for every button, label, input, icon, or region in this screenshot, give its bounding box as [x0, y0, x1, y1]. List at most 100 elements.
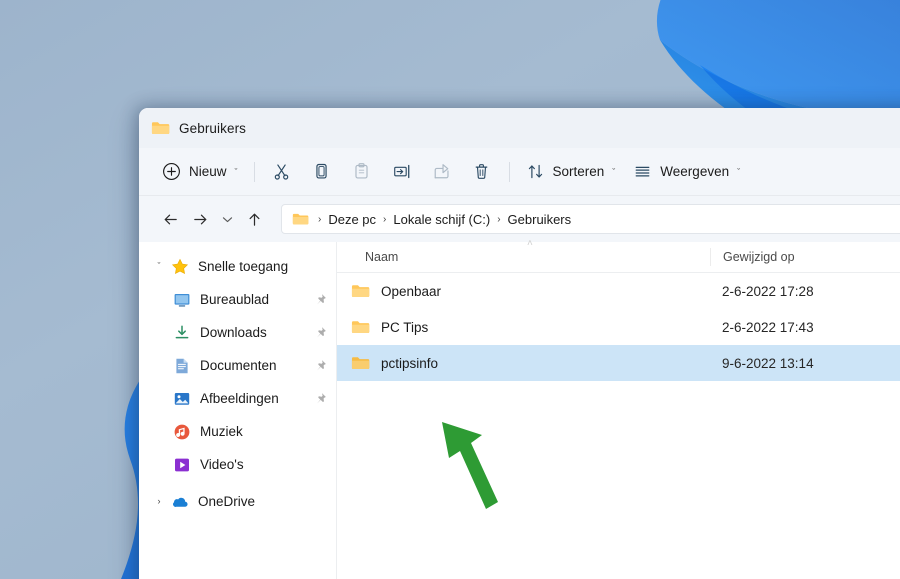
- file-modified-cell: 2-6-2022 17:28: [722, 283, 814, 299]
- file-name-cell: pctipsinfo: [337, 355, 710, 371]
- table-row[interactable]: pctipsinfo 9-6-2022 13:14: [337, 345, 900, 381]
- file-name-label: Openbaar: [381, 283, 442, 299]
- new-label: Nieuw: [189, 164, 227, 179]
- file-name-label: PC Tips: [381, 319, 429, 335]
- back-button[interactable]: [155, 204, 185, 234]
- folder-icon: [351, 321, 370, 333]
- sidebar-item-bureaublad[interactable]: Bureaublad: [139, 283, 337, 316]
- file-modified-cell: 2-6-2022 17:43: [722, 319, 814, 335]
- pictures-icon: [174, 392, 190, 405]
- table-row[interactable]: Openbaar 2-6-2022 17:28: [337, 273, 900, 309]
- list-lines-icon: [635, 166, 650, 177]
- breadcrumb-separator-1: ›: [383, 213, 387, 225]
- file-explorer-window: Gebruikers Nieuw ˇ Sorteren ˇ Weergeven …: [139, 108, 900, 579]
- copy-button[interactable]: [302, 155, 342, 189]
- sort-label: Sorteren: [552, 164, 605, 179]
- delete-button[interactable]: [462, 155, 502, 189]
- sidebar-item-label: Snelle toegang: [198, 259, 289, 274]
- desktop-background: Gebruikers Nieuw ˇ Sorteren ˇ Weergeven …: [0, 0, 900, 579]
- share-button[interactable]: [422, 155, 462, 189]
- sidebar-item-label: Afbeeldingen: [200, 391, 279, 406]
- window-title: Gebruikers: [179, 120, 247, 136]
- sidebar-item-label: Documenten: [200, 358, 277, 373]
- trash-icon: [475, 164, 488, 179]
- download-icon: [175, 324, 189, 338]
- sidebar-item-onedrive[interactable]: › OneDrive: [139, 485, 337, 518]
- share-icon: [434, 164, 449, 179]
- sidebar-item-afbeeldingen[interactable]: Afbeeldingen: [139, 382, 337, 415]
- address-bar-row: › Deze pc › Lokale schijf (C:) › Gebruik…: [139, 196, 900, 242]
- folder-icon: [351, 357, 370, 369]
- new-button[interactable]: Nieuw ˇ: [153, 155, 247, 189]
- onedrive-icon: [173, 497, 188, 507]
- column-header-row: Naam Gewijzigd op ˄: [337, 238, 900, 273]
- up-button[interactable]: [239, 204, 269, 234]
- file-name-cell: PC Tips: [337, 319, 710, 335]
- breadcrumb-item-0[interactable]: Deze pc: [324, 212, 380, 227]
- music-icon: [174, 424, 190, 439]
- chevron-down-icon: [222, 216, 232, 222]
- sidebar-item-label: Video's: [200, 457, 244, 472]
- forward-button[interactable]: [185, 204, 215, 234]
- desktop-icon: [174, 293, 190, 307]
- folder-icon: [351, 285, 370, 297]
- sort-button[interactable]: Sorteren ˇ: [517, 155, 625, 189]
- breadcrumb-separator-2: ›: [497, 213, 501, 225]
- sidebar-item-videos[interactable]: Video's: [139, 448, 337, 481]
- window-titlebar: Gebruikers: [139, 108, 900, 148]
- column-header-gewijzigd-op[interactable]: Gewijzigd op: [710, 248, 900, 266]
- copy-icon: [316, 163, 327, 179]
- rename-button[interactable]: [382, 155, 422, 189]
- video-icon: [175, 458, 189, 471]
- paste-button[interactable]: [342, 155, 382, 189]
- recent-locations-button[interactable]: [215, 204, 239, 234]
- sort-arrows-icon: [528, 164, 542, 179]
- breadcrumb[interactable]: › Deze pc › Lokale schijf (C:) › Gebruik…: [281, 204, 900, 234]
- document-icon: [176, 358, 188, 373]
- pin-icon[interactable]: [314, 293, 327, 306]
- chevron-down-icon-sort: ˇ: [612, 167, 616, 177]
- folder-icon: [292, 213, 309, 225]
- sidebar-item-downloads[interactable]: Downloads: [139, 316, 337, 349]
- chevron-down-icon[interactable]: ˇ: [147, 261, 171, 271]
- sidebar-item-snelle-toegang[interactable]: ˇ Snelle toegang: [139, 250, 337, 283]
- command-bar: Nieuw ˇ Sorteren ˇ Weergeven ˇ: [139, 148, 900, 196]
- file-name-cell: Openbaar: [337, 283, 710, 299]
- cut-button[interactable]: [262, 155, 302, 189]
- sidebar-item-label: OneDrive: [198, 494, 256, 509]
- sidebar-item-label: Downloads: [200, 325, 267, 340]
- table-row[interactable]: PC Tips 2-6-2022 17:43: [337, 309, 900, 345]
- toolbar-divider: [253, 161, 255, 182]
- chevron-down-icon: ˇ: [234, 167, 238, 177]
- chevron-right-icon[interactable]: ›: [147, 496, 171, 506]
- plus-circle-icon: [163, 163, 180, 180]
- star-icon: [171, 258, 189, 274]
- file-list-pane: Naam Gewijzigd op ˄ Openbaar 2-6-2022 17…: [337, 238, 900, 579]
- file-modified-cell: 9-6-2022 13:14: [722, 355, 814, 371]
- arrow-left-icon: [164, 214, 177, 224]
- clipboard-paste-icon: [355, 163, 368, 179]
- toolbar-divider-2: [508, 161, 510, 182]
- folder-icon: [151, 122, 170, 134]
- file-name-label: pctipsinfo: [381, 355, 439, 371]
- column-header-naam[interactable]: Naam: [337, 250, 710, 264]
- view-label: Weergeven: [660, 164, 730, 179]
- scissors-icon: [274, 164, 289, 180]
- sidebar-item-muziek[interactable]: Muziek: [139, 415, 337, 448]
- breadcrumb-item-2[interactable]: Gebruikers: [504, 212, 576, 227]
- arrow-right-icon: [193, 214, 206, 224]
- sidebar-item-documenten[interactable]: Documenten: [139, 349, 337, 382]
- view-button[interactable]: Weergeven ˇ: [624, 155, 749, 189]
- pin-icon[interactable]: [314, 326, 327, 339]
- window-body: ˇ Snelle toegang Bureaublad Downloads Do…: [139, 238, 900, 579]
- breadcrumb-item-1[interactable]: Lokale schijf (C:): [389, 212, 494, 227]
- breadcrumb-separator-0: ›: [318, 213, 322, 225]
- arrow-up-icon: [249, 213, 259, 226]
- pin-icon[interactable]: [314, 359, 327, 372]
- pin-icon[interactable]: [314, 392, 327, 405]
- chevron-down-icon-view: ˇ: [737, 167, 741, 177]
- sort-indicator-icon: ˄: [527, 238, 533, 249]
- rename-icon: [393, 164, 409, 179]
- navigation-pane: ˇ Snelle toegang Bureaublad Downloads Do…: [139, 242, 337, 579]
- sidebar-item-label: Muziek: [200, 424, 243, 439]
